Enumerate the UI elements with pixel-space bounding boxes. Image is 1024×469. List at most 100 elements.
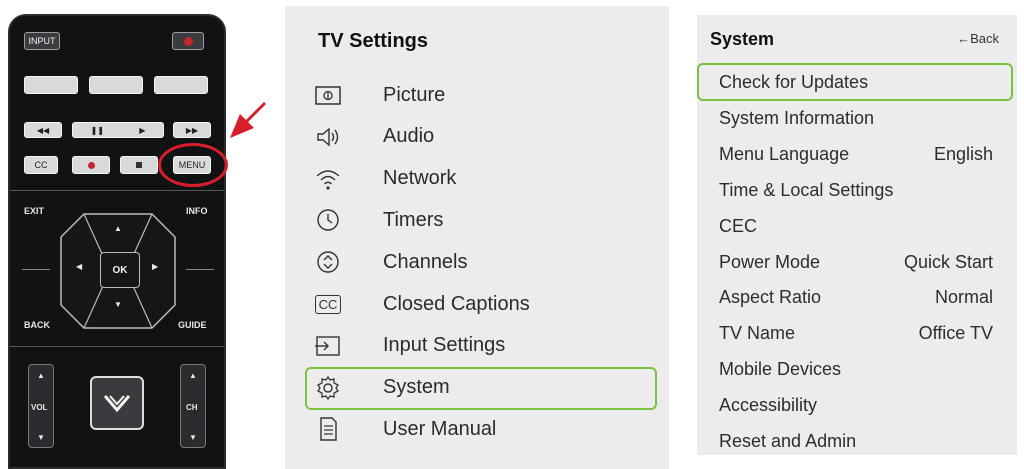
- left-arrow-icon[interactable]: ◀: [76, 262, 82, 271]
- timers-icon: [313, 207, 343, 233]
- tv-menu-item-label: User Manual: [383, 417, 497, 440]
- system-item-power-mode[interactable]: Power Mode Quick Start: [719, 252, 993, 273]
- system-item-label: Menu Language: [719, 143, 850, 164]
- system-item-value: Normal: [934, 287, 993, 308]
- check-updates-highlight: [697, 63, 1013, 101]
- system-item-label: System Information: [719, 107, 875, 128]
- tv-menu-item-channels[interactable]: Channels: [313, 245, 643, 279]
- red-arrow-icon: [230, 102, 266, 138]
- channel-up-icon[interactable]: ▲: [189, 371, 197, 380]
- play-icon: ▶: [139, 125, 146, 135]
- system-item-label: CEC: [719, 215, 758, 236]
- volume-rocker[interactable]: ▲ VOL ▼: [28, 364, 54, 448]
- color-button-1[interactable]: [24, 76, 78, 94]
- power-button[interactable]: [172, 32, 204, 50]
- cc-button-label: CC: [34, 160, 48, 170]
- fast-forward-icon: ▶▶: [185, 125, 199, 135]
- dpad-side-line: [186, 269, 214, 270]
- input-settings-icon: [313, 333, 343, 359]
- info-button[interactable]: INFO: [186, 206, 208, 216]
- system-item-label: Aspect Ratio: [719, 287, 822, 308]
- system-item-value: Office TV: [918, 323, 993, 344]
- system-item-label: Accessibility: [719, 395, 818, 416]
- divider: [10, 190, 224, 191]
- input-button-label: INPUT: [28, 36, 56, 46]
- tv-menu-item-label: Picture: [383, 83, 446, 106]
- dpad-side-line: [22, 269, 50, 270]
- menu-button-highlight: [158, 143, 228, 187]
- tv-menu-item-label: Closed Captions: [383, 292, 530, 315]
- tv-menu-item-audio[interactable]: Audio: [313, 120, 643, 154]
- volume-up-icon[interactable]: ▲: [37, 371, 45, 380]
- power-icon: [183, 36, 193, 46]
- network-icon: [313, 166, 343, 192]
- back-button[interactable]: BACK: [24, 320, 50, 330]
- tv-menu-item-label: Network: [383, 167, 457, 190]
- system-item-menu-language[interactable]: Menu Language English: [719, 144, 993, 165]
- system-item-value: Quick Start: [903, 251, 993, 272]
- cc-button[interactable]: CC: [24, 156, 58, 174]
- system-item-system-information[interactable]: System Information: [719, 108, 993, 129]
- tv-menu-item-picture[interactable]: Picture: [313, 78, 643, 112]
- play-pause-button[interactable]: ❚❚ ▶: [72, 122, 164, 138]
- tv-menu-item-user-manual[interactable]: User Manual: [313, 412, 643, 446]
- right-arrow-icon[interactable]: ▶: [152, 262, 158, 271]
- tv-settings-panel: TV Settings Picture Audio Network Timers Cha…: [285, 6, 669, 469]
- ok-button[interactable]: OK: [100, 252, 140, 288]
- color-button-3[interactable]: [154, 76, 208, 94]
- system-item-mobile-devices[interactable]: Mobile Devices: [719, 359, 993, 380]
- tv-settings-title: TV Settings: [318, 30, 429, 52]
- vizio-button[interactable]: [90, 376, 144, 430]
- down-arrow-icon[interactable]: ▼: [114, 300, 122, 309]
- rewind-icon: ◀◀: [36, 125, 50, 135]
- system-item-label: Reset and Admin: [719, 431, 857, 451]
- system-item-label: TV Name: [719, 323, 796, 344]
- system-item-accessibility[interactable]: Accessibility: [719, 395, 993, 416]
- system-item-aspect-ratio[interactable]: Aspect Ratio Normal: [719, 287, 993, 308]
- system-selection-highlight: [305, 367, 657, 410]
- vol-label: VOL: [31, 403, 48, 412]
- tv-menu-item-input-settings[interactable]: Input Settings: [313, 329, 643, 363]
- system-item-tv-name[interactable]: TV Name Office TV: [719, 323, 993, 344]
- tv-menu-item-network[interactable]: Network: [313, 162, 643, 196]
- cc-icon-text: CC: [314, 294, 342, 314]
- audio-icon: [313, 124, 343, 150]
- system-item-value: English: [933, 143, 993, 164]
- channel-down-icon[interactable]: ▼: [189, 433, 197, 442]
- tv-menu-item-label: Audio: [383, 125, 435, 148]
- record-button[interactable]: [72, 156, 110, 174]
- vizio-logo-icon: [103, 395, 131, 413]
- ch-label: CH: [186, 403, 198, 412]
- tv-remote: INPUT ◀◀ ❚❚ ▶ ▶▶ CC MENU EXIT INFO OK ▲ ▼…: [8, 14, 226, 469]
- input-button[interactable]: INPUT: [24, 32, 60, 50]
- stop-icon: [136, 162, 142, 168]
- tv-menu-item-timers[interactable]: Timers: [313, 203, 643, 237]
- up-arrow-icon[interactable]: ▲: [114, 224, 122, 233]
- exit-button[interactable]: EXIT: [24, 206, 44, 216]
- system-item-label: Time & Local Settings: [719, 179, 894, 200]
- color-button-2[interactable]: [89, 76, 143, 94]
- closed-captions-icon: CC: [313, 291, 343, 317]
- tv-menu-item-closed-captions[interactable]: CC Closed Captions: [313, 287, 643, 321]
- record-icon: [87, 161, 95, 169]
- pause-icon: ❚❚: [90, 125, 105, 135]
- channels-icon: [313, 249, 343, 275]
- system-item-cec[interactable]: CEC: [719, 216, 993, 237]
- ok-label: OK: [112, 264, 128, 276]
- system-item-reset-and-admin[interactable]: Reset and Admin: [719, 431, 993, 452]
- system-item-label: Power Mode: [719, 251, 821, 272]
- rewind-button[interactable]: ◀◀: [24, 122, 62, 138]
- volume-down-icon[interactable]: ▼: [37, 433, 45, 442]
- tv-menu-item-label: Timers: [383, 208, 444, 231]
- back-link[interactable]: ←Back: [957, 31, 999, 46]
- fast-forward-button[interactable]: ▶▶: [173, 122, 211, 138]
- picture-icon: [313, 82, 343, 108]
- system-panel: System ←Back Check for Updates System Inf…: [697, 15, 1017, 455]
- system-item-label: Mobile Devices: [719, 359, 842, 380]
- guide-button[interactable]: GUIDE: [178, 320, 207, 330]
- system-item-time-local-settings[interactable]: Time & Local Settings: [719, 180, 993, 201]
- system-title: System: [710, 29, 775, 49]
- stop-button[interactable]: [120, 156, 158, 174]
- channel-rocker[interactable]: ▲ CH ▼: [180, 364, 206, 448]
- user-manual-icon: [313, 416, 343, 442]
